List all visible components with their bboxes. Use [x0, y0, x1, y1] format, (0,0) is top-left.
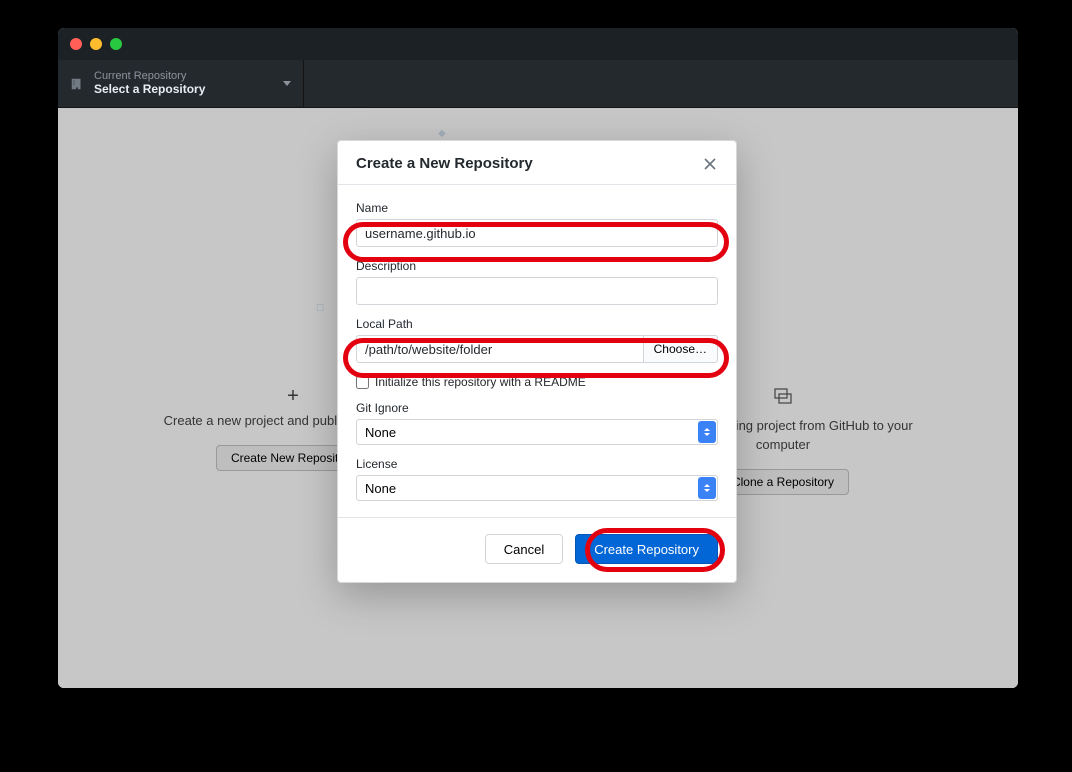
localpath-field: Local Path Choose… [356, 317, 718, 363]
repo-dropdown-value: Select a Repository [94, 83, 273, 97]
maximize-window-button[interactable] [110, 38, 122, 50]
repo-dropdown[interactable]: Current Repository Select a Repository [58, 60, 304, 107]
repo-icon [70, 77, 84, 91]
readme-label: Initialize this repository with a README [375, 375, 586, 389]
modal-body: Name Description Local Path Choose… Init… [338, 185, 736, 517]
toolbar: Current Repository Select a Repository [58, 60, 1018, 108]
license-field: License None [356, 457, 718, 501]
cancel-button[interactable]: Cancel [485, 534, 563, 564]
name-input[interactable] [356, 219, 718, 247]
gitignore-select[interactable]: None [356, 419, 718, 445]
readme-check-row[interactable]: Initialize this repository with a README [356, 375, 718, 389]
name-label: Name [356, 201, 718, 215]
license-label: License [356, 457, 718, 471]
minimize-window-button[interactable] [90, 38, 102, 50]
localpath-input[interactable] [356, 335, 644, 363]
modal-header: Create a New Repository [338, 141, 736, 185]
description-input[interactable] [356, 277, 718, 305]
modal-footer: Cancel Create Repository [338, 517, 736, 582]
gitignore-label: Git Ignore [356, 401, 718, 415]
description-label: Description [356, 259, 718, 273]
gitignore-field: Git Ignore None [356, 401, 718, 445]
create-repository-button[interactable]: Create Repository [575, 534, 718, 564]
description-field: Description [356, 259, 718, 305]
close-icon[interactable] [702, 156, 718, 172]
name-field: Name [356, 201, 718, 247]
readme-checkbox[interactable] [356, 376, 369, 389]
choose-path-button[interactable]: Choose… [643, 335, 718, 363]
close-window-button[interactable] [70, 38, 82, 50]
localpath-label: Local Path [356, 317, 718, 331]
repo-dropdown-text: Current Repository Select a Repository [94, 70, 273, 96]
modal-title: Create a New Repository [356, 155, 533, 172]
chevron-down-icon [283, 81, 291, 86]
license-select[interactable]: None [356, 475, 718, 501]
titlebar [58, 28, 1018, 60]
create-repository-modal: Create a New Repository Name Description… [337, 140, 737, 583]
